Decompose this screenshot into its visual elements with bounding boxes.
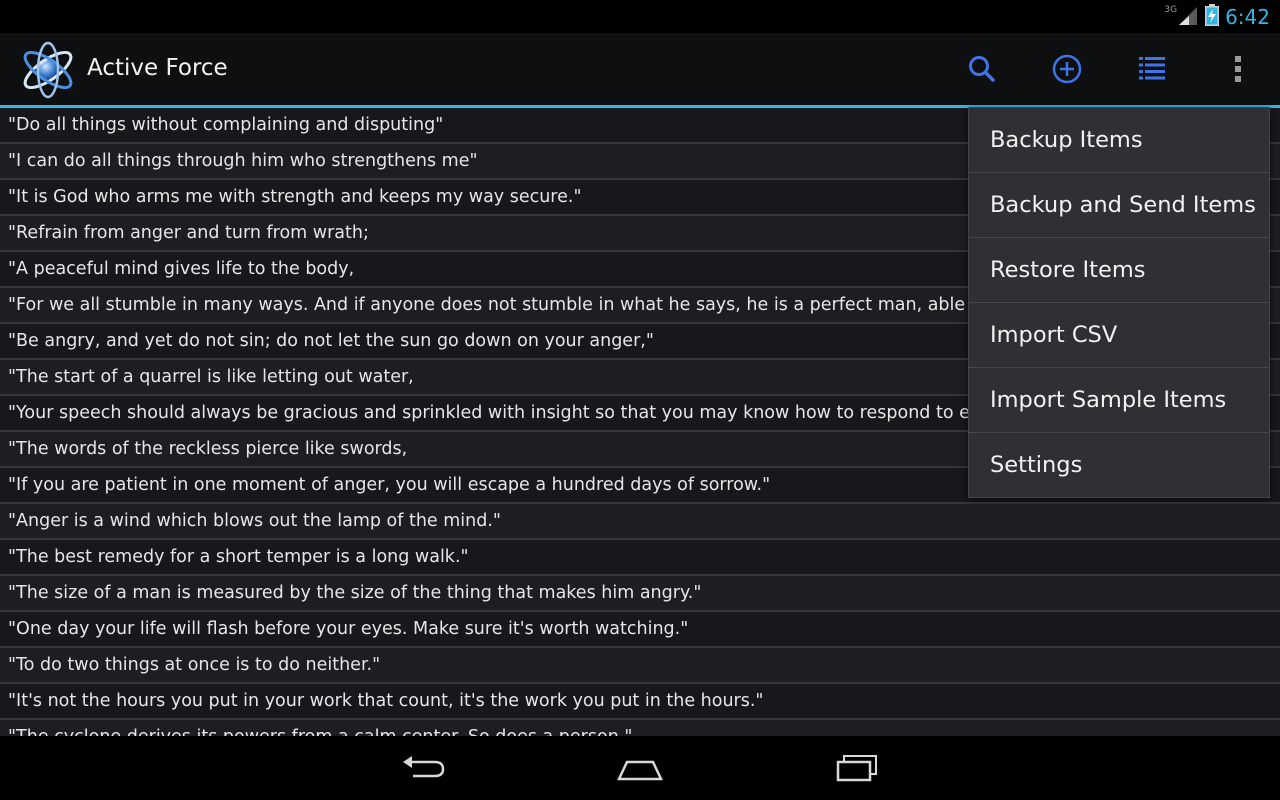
navigation-bar — [0, 736, 1280, 800]
list-item[interactable]: "To do two things at once is to do neith… — [0, 648, 1280, 684]
add-circle-icon[interactable] — [1049, 51, 1085, 87]
menu-item-backup-items[interactable]: Backup Items — [969, 108, 1269, 173]
battery-charging-icon — [1205, 3, 1220, 30]
overflow-menu: Backup Items Backup and Send Items Resto… — [969, 108, 1269, 497]
list-item[interactable]: "The size of a man is measured by the si… — [0, 576, 1280, 612]
clock: 6:42 — [1225, 4, 1270, 29]
screen: 3G 6:42 Active Force "Do all things with… — [0, 0, 1280, 800]
atom-logo[interactable] — [18, 40, 78, 100]
list-icon[interactable] — [1134, 51, 1170, 87]
menu-item-backup-and-send-items[interactable]: Backup and Send Items — [969, 173, 1269, 238]
menu-item-settings[interactable]: Settings — [969, 433, 1269, 497]
menu-item-restore-items[interactable]: Restore Items — [969, 238, 1269, 303]
overflow-menu-icon[interactable] — [1220, 51, 1256, 87]
list-item[interactable]: "The best remedy for a short temper is a… — [0, 540, 1280, 576]
status-bar: 3G 6:42 — [0, 0, 1280, 33]
list-item[interactable]: "One day your life will flash before you… — [0, 612, 1280, 648]
menu-item-import-sample-items[interactable]: Import Sample Items — [969, 368, 1269, 433]
action-bar: Active Force — [0, 33, 1280, 108]
app-title: Active Force — [87, 55, 228, 81]
back-icon[interactable] — [394, 750, 454, 786]
list-item[interactable]: "The cyclone derives its powers from a c… — [0, 720, 1280, 736]
network-type-label: 3G — [1164, 4, 1178, 15]
status-icons: 3G 6:42 — [1164, 0, 1270, 33]
list-item[interactable]: "Anger is a wind which blows out the lam… — [0, 504, 1280, 540]
menu-item-import-csv[interactable]: Import CSV — [969, 303, 1269, 368]
list-item[interactable]: "It's not the hours you put in your work… — [0, 684, 1280, 720]
signal-icon — [1177, 5, 1199, 29]
search-icon[interactable] — [964, 51, 1000, 87]
home-icon[interactable] — [610, 750, 670, 786]
recent-apps-icon[interactable] — [827, 750, 887, 786]
